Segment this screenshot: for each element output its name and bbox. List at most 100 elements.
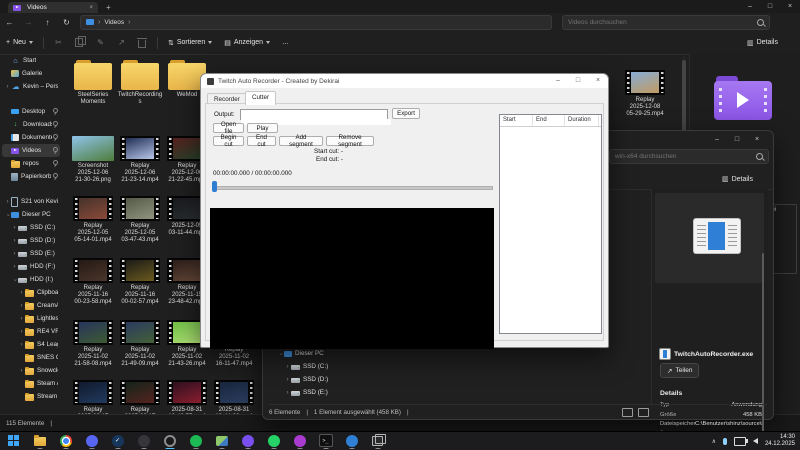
file-tile-replay-2025-12-05-05-14-01-mp4[interactable]: Replay 2025-12-05 05-14-01.mp4 [70,196,116,245]
refresh-button[interactable]: ↻ [57,18,76,27]
clock[interactable]: 14:30 24.12.2025 [765,434,798,448]
taskbar-icon-blue-app[interactable] [344,433,359,449]
new-tab-button[interactable]: + [106,2,111,13]
sidebar-item-stream-deck[interactable]: Stream Deck [2,390,60,403]
close-button[interactable]: × [780,0,800,12]
up-button[interactable]: ↑ [38,18,57,27]
rename-icon[interactable]: ✎ [94,36,107,49]
sidebar-item-ssd-e[interactable]: › SSD (E:) [2,247,60,260]
file-tile-replay-2025-12-08-05-29-25-mp4[interactable]: Replay 2025-12-08 05-29-25.mp4 [622,70,668,119]
sidebar-item-hdd-f[interactable]: › HDD (F:) [2,260,60,273]
minimize-button[interactable]: – [548,74,568,86]
pane-scrollbar[interactable] [762,253,764,450]
maximize-button[interactable]: □ [760,0,780,12]
taskbar-icon-recorder-app[interactable] [162,433,177,449]
maximize-button[interactable]: □ [568,74,588,86]
back-button[interactable]: ← [0,18,19,27]
column-header-end[interactable]: End [533,115,565,126]
share-icon[interactable]: ↗ [115,36,128,49]
chevron-right-icon[interactable]: › [18,290,25,296]
video-preview[interactable] [210,208,494,349]
sidebar-item-snes-covers[interactable]: SNES Covers [2,351,60,364]
details-pane-toggle[interactable]: ▥ Details [741,39,784,47]
taskbar-icon-whatsapp[interactable] [266,433,281,449]
taskbar-icon-chrome[interactable] [58,433,73,449]
sidebar-item-dieser-pc[interactable]: › Dieser PC [2,208,60,221]
new-button[interactable]: + Neu [0,39,39,46]
open-file-button[interactable]: Open file [213,121,244,135]
sidebar-item-ssd-d[interactable]: › SSD (D:) [275,373,381,386]
sidebar-item-galerie[interactable]: Galerie [2,67,60,80]
maximize-button[interactable]: □ [727,133,747,145]
minimize-button[interactable]: – [707,133,727,145]
chevron-right-icon[interactable]: › [284,377,291,383]
taskbar-icon-purple-app[interactable] [240,433,255,449]
file-tile-replay-2025-11-16-00-02-57-mp4[interactable]: Replay 2025-11-16 00-02-57.mp4 [117,258,163,307]
sidebar-item-start[interactable]: Start [2,54,60,67]
breadcrumb[interactable]: › Videos › [80,14,552,30]
output-field[interactable] [240,109,391,125]
chevron-right-icon[interactable]: › [4,199,11,205]
export-button[interactable]: Export [392,108,420,119]
sidebar-item-videos[interactable]: Videos [2,144,60,157]
chevron-right-icon[interactable]: › [284,364,291,370]
list-view-icon[interactable] [622,407,633,417]
search-box[interactable] [562,14,770,30]
file-tile-twitchrecording-s[interactable]: TwitchRecording s [117,58,163,106]
chevron-down-icon[interactable]: › [278,350,284,357]
grid-view-icon[interactable] [638,407,649,417]
taskbar-icon-spotify[interactable] [188,433,203,449]
sidebar-item-re4-vr-rando[interactable]: › RE4 VR Rando [2,325,60,338]
file-tile-replay-2025-11-02-21-49-09-mp4[interactable]: Replay 2025-11-02 21-49-09.mp4 [117,320,163,369]
taskbar-icon-terminal[interactable]: >_ [318,433,333,449]
taskbar-icon-file-explorer[interactable] [32,433,47,449]
tray-chevron-up-icon[interactable]: ∧ [712,438,716,445]
taskbar-icon-dark-app[interactable] [136,433,151,449]
sidebar-item-hdd-i[interactable]: › HDD (I:) [2,273,60,286]
close-button[interactable]: × [747,133,767,145]
chevron-down-icon[interactable]: › [5,211,11,218]
minimize-button[interactable]: – [740,0,760,12]
column-header-duration[interactable]: Duration [565,115,599,126]
sidebar-item-clipboard-hist[interactable]: › Clipboard Hist [2,286,60,299]
tab-cutter[interactable]: Cutter [245,91,277,105]
taskbar-icon-check-app[interactable]: ✓ [110,433,125,449]
chevron-right-icon[interactable]: › [18,316,25,322]
sidebar-item-desktop[interactable]: Desktop [2,105,60,118]
sidebar-item-s21-von-kevin[interactable]: › S21 von Kevin [2,195,60,208]
file-tile-steelseries-moments[interactable]: SteelSeries Moments [70,58,116,106]
chevron-right-icon[interactable]: › [18,303,25,309]
view-button[interactable]: ▤ Anzeigen [218,39,276,47]
sort-button[interactable]: ⇅ Sortieren [162,39,218,47]
segments-table[interactable]: Start End Duration [499,114,602,334]
file-tile-replay-2025-12-05-03-47-43-mp4[interactable]: Replay 2025-12-05 03-47-43.mp4 [117,196,163,245]
sidebar-item-steam-achiev[interactable]: Steam Achiev [2,377,60,390]
speaker-icon[interactable] [744,438,758,444]
remove-segment-button[interactable]: Remove segment [326,134,374,148]
file-tile-replay-2025-11-02-21-58-08-mp4[interactable]: Replay 2025-11-02 21-58-08.mp4 [70,320,116,369]
chevron-right-icon[interactable]: › [11,238,18,244]
chevron-right-icon[interactable]: › [11,264,18,270]
taskbar-icon-start-button[interactable] [6,433,21,448]
seek-slider-thumb[interactable] [212,181,217,192]
chevron-right-icon[interactable]: › [18,368,25,374]
taskbar-icon-photos-app[interactable] [214,433,229,449]
file-tile-replay-2025-12-06-21-23-14-mp4[interactable]: Replay 2025-12-06 21-23-14.mp4 [117,136,163,185]
sidebar-item-repos[interactable]: repos [2,157,60,170]
chevron-right-icon[interactable]: › [18,329,25,335]
seek-slider-track[interactable] [213,186,493,190]
cut-icon[interactable]: ✂ [52,36,65,49]
sidebar-item-s4-league[interactable]: › S4 League [2,338,60,351]
file-tile-replay-2025-11-16-00-23-58-mp4[interactable]: Replay 2025-11-16 00-23-58.mp4 [70,258,116,307]
share-button[interactable]: ↗ Teilen [660,363,700,378]
begin-cut-button[interactable]: Begin cut [213,134,244,148]
sidebar-item-downloads[interactable]: Downloads [2,118,60,131]
sidebar-item-dokumente[interactable]: Dokumente [2,131,60,144]
more-button[interactable]: … [276,39,295,46]
sidebar-item-ssd-c[interactable]: › SSD (C:) [275,360,381,373]
tab-close-icon[interactable]: × [89,5,93,11]
microphone-icon[interactable] [722,437,727,445]
play-button[interactable]: Play [247,123,278,133]
taskbar-icon-magenta-app[interactable] [292,433,307,449]
sidebar-item-lightlesssync[interactable]: › LightlessSync [2,312,60,325]
